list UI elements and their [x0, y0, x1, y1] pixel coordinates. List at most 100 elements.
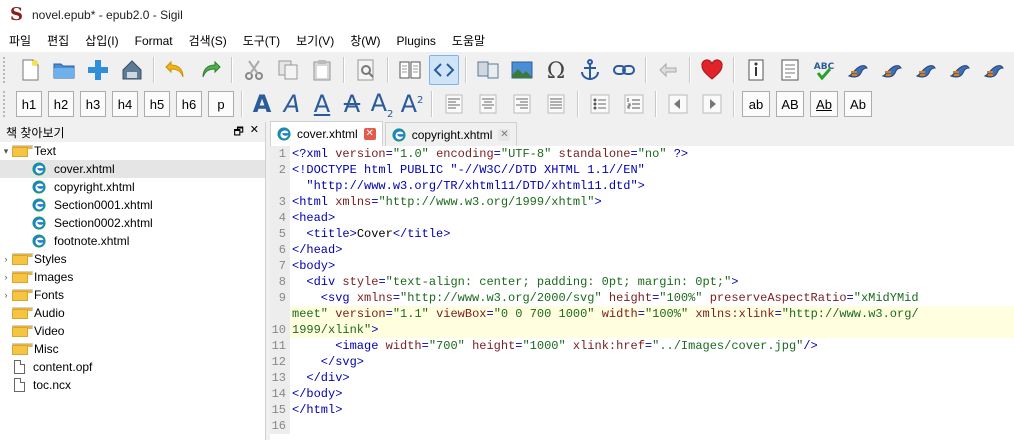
code-line[interactable]: 11 <image width="700" height="1000" xlin… [270, 338, 1014, 354]
numbered-list-button[interactable] [619, 89, 649, 119]
toc-button[interactable] [775, 55, 805, 85]
code-line[interactable]: 16 [270, 418, 1014, 434]
menu-plugins[interactable]: Plugins [389, 30, 444, 52]
plugin-5-button[interactable] [979, 55, 1009, 85]
chevron-down-icon[interactable]: ▾ [0, 146, 12, 157]
code-line[interactable]: 10 1999/xlink"> [270, 322, 1014, 338]
code-line[interactable]: 1 <?xml version="1.0" encoding="UTF-8" st… [270, 146, 1014, 162]
code-line[interactable]: meet" version="1.1" viewBox="0 0 700 100… [270, 306, 1014, 322]
heading-6-button[interactable]: h6 [176, 91, 202, 117]
tree-item[interactable]: cover.xhtml [0, 160, 265, 178]
close-panel-icon[interactable]: ✕ [250, 123, 259, 142]
code-line[interactable]: 3 <html xmlns="http://www.w3.org/1999/xht… [270, 194, 1014, 210]
menu-format[interactable]: Format [127, 30, 181, 52]
code-line[interactable]: 9 <svg xmlns="http://www.w3.org/2000/svg… [270, 290, 1014, 306]
spellcheck-button[interactable]: ABC [809, 55, 839, 85]
subscript-button[interactable]: A2 [368, 89, 396, 120]
menu-search[interactable]: 검색(S) [181, 30, 235, 52]
menu-file[interactable]: 파일 [0, 30, 39, 52]
code-line[interactable]: 6 </head> [270, 242, 1014, 258]
tree-item[interactable]: content.opf [0, 358, 265, 376]
tree-item[interactable]: Section0002.xhtml [0, 214, 265, 232]
code-view-button[interactable] [429, 55, 459, 85]
go-back-button[interactable] [653, 55, 683, 85]
toolbar-grip[interactable] [3, 57, 9, 83]
split-button[interactable] [473, 55, 503, 85]
code-line[interactable]: "http://www.w3.org/TR/xhtml11/DTD/xhtml1… [270, 178, 1014, 194]
heading-5-button[interactable]: h5 [144, 91, 170, 117]
increase-indent-button[interactable] [697, 89, 727, 119]
insert-link-button[interactable] [609, 55, 639, 85]
code-line[interactable]: 13 </div> [270, 370, 1014, 386]
save-button[interactable] [117, 55, 147, 85]
insert-anchor-button[interactable] [575, 55, 605, 85]
decrease-indent-button[interactable] [663, 89, 693, 119]
open-button[interactable] [49, 55, 79, 85]
strikethrough-button[interactable]: A [338, 90, 366, 118]
tree-item[interactable]: Audio [0, 304, 265, 322]
copy-button[interactable] [273, 55, 303, 85]
tab-copyright[interactable]: copyright.xhtml ✕ [384, 122, 518, 146]
chevron-right-icon[interactable]: › [0, 290, 12, 300]
chevron-right-icon[interactable]: › [0, 254, 12, 264]
tree-item[interactable]: toc.ncx [0, 376, 265, 394]
close-tab-icon[interactable]: ✕ [498, 128, 511, 141]
float-panel-icon[interactable]: 🗗 [233, 123, 243, 142]
tree-item[interactable]: › Styles [0, 250, 265, 268]
align-center-button[interactable] [473, 89, 503, 119]
menu-insert[interactable]: 삽입(I) [77, 30, 126, 52]
redo-button[interactable] [195, 55, 225, 85]
insert-image-button[interactable] [507, 55, 537, 85]
code-area[interactable]: 1 <?xml version="1.0" encoding="UTF-8" st… [270, 146, 1014, 434]
code-line[interactable]: 14 </body> [270, 386, 1014, 402]
align-left-button[interactable] [439, 89, 469, 119]
code-line[interactable]: 7 <body> [270, 258, 1014, 274]
capitalize-button[interactable]: Ab [844, 91, 872, 117]
insert-special-char-button[interactable]: Ω [541, 55, 571, 85]
plugin-4-button[interactable] [945, 55, 975, 85]
tree-item[interactable]: › Fonts [0, 286, 265, 304]
lowercase-button[interactable]: ab [742, 91, 770, 117]
close-tab-icon[interactable]: ✕ [363, 128, 376, 140]
heading-2-button[interactable]: h2 [48, 91, 74, 117]
code-line[interactable]: 2 <!DOCTYPE html PUBLIC "-//W3C//DTD XHTM… [270, 162, 1014, 178]
menu-window[interactable]: 창(W) [342, 30, 388, 52]
tree-item[interactable]: › Images [0, 268, 265, 286]
tree-item[interactable]: copyright.xhtml [0, 178, 265, 196]
menu-view[interactable]: 보기(V) [288, 30, 342, 52]
titlecase-button[interactable]: Ab [810, 91, 838, 117]
menu-help[interactable]: 도움말 [444, 30, 493, 52]
code-line[interactable]: 8 <div style="text-align: center; paddin… [270, 274, 1014, 290]
code-line[interactable]: 15 </html> [270, 402, 1014, 418]
tree-item[interactable]: Video [0, 322, 265, 340]
uppercase-button[interactable]: AB [776, 91, 804, 117]
paste-button[interactable] [307, 55, 337, 85]
align-justify-button[interactable] [541, 89, 571, 119]
paragraph-button[interactable]: p [208, 91, 234, 117]
new-file-button[interactable] [15, 55, 45, 85]
menu-edit[interactable]: 편집 [39, 30, 77, 52]
heading-3-button[interactable]: h3 [80, 91, 106, 117]
undo-button[interactable] [161, 55, 191, 85]
donate-button[interactable] [697, 55, 727, 85]
tab-cover[interactable]: cover.xhtml ✕ [270, 121, 383, 146]
plugin-2-button[interactable] [877, 55, 907, 85]
plugin-1-button[interactable] [843, 55, 873, 85]
tree-item[interactable]: ▾ Text [0, 142, 265, 160]
code-line[interactable]: 4 <head> [270, 210, 1014, 226]
metadata-button[interactable] [741, 55, 771, 85]
superscript-button[interactable]: A2 [398, 90, 426, 118]
add-file-button[interactable] [83, 55, 113, 85]
italic-button[interactable]: A [278, 90, 306, 118]
preview-button[interactable] [351, 55, 381, 85]
tree-item[interactable]: Misc [0, 340, 265, 358]
plugin-3-button[interactable] [911, 55, 941, 85]
chevron-right-icon[interactable]: › [0, 272, 12, 282]
code-line[interactable]: 12 </svg> [270, 354, 1014, 370]
toolbar-grip[interactable] [3, 91, 9, 117]
tree-item[interactable]: Section0001.xhtml [0, 196, 265, 214]
tree-item[interactable]: footnote.xhtml [0, 232, 265, 250]
align-right-button[interactable] [507, 89, 537, 119]
code-line[interactable]: 5 <title>Cover</title> [270, 226, 1014, 242]
heading-1-button[interactable]: h1 [16, 91, 42, 117]
